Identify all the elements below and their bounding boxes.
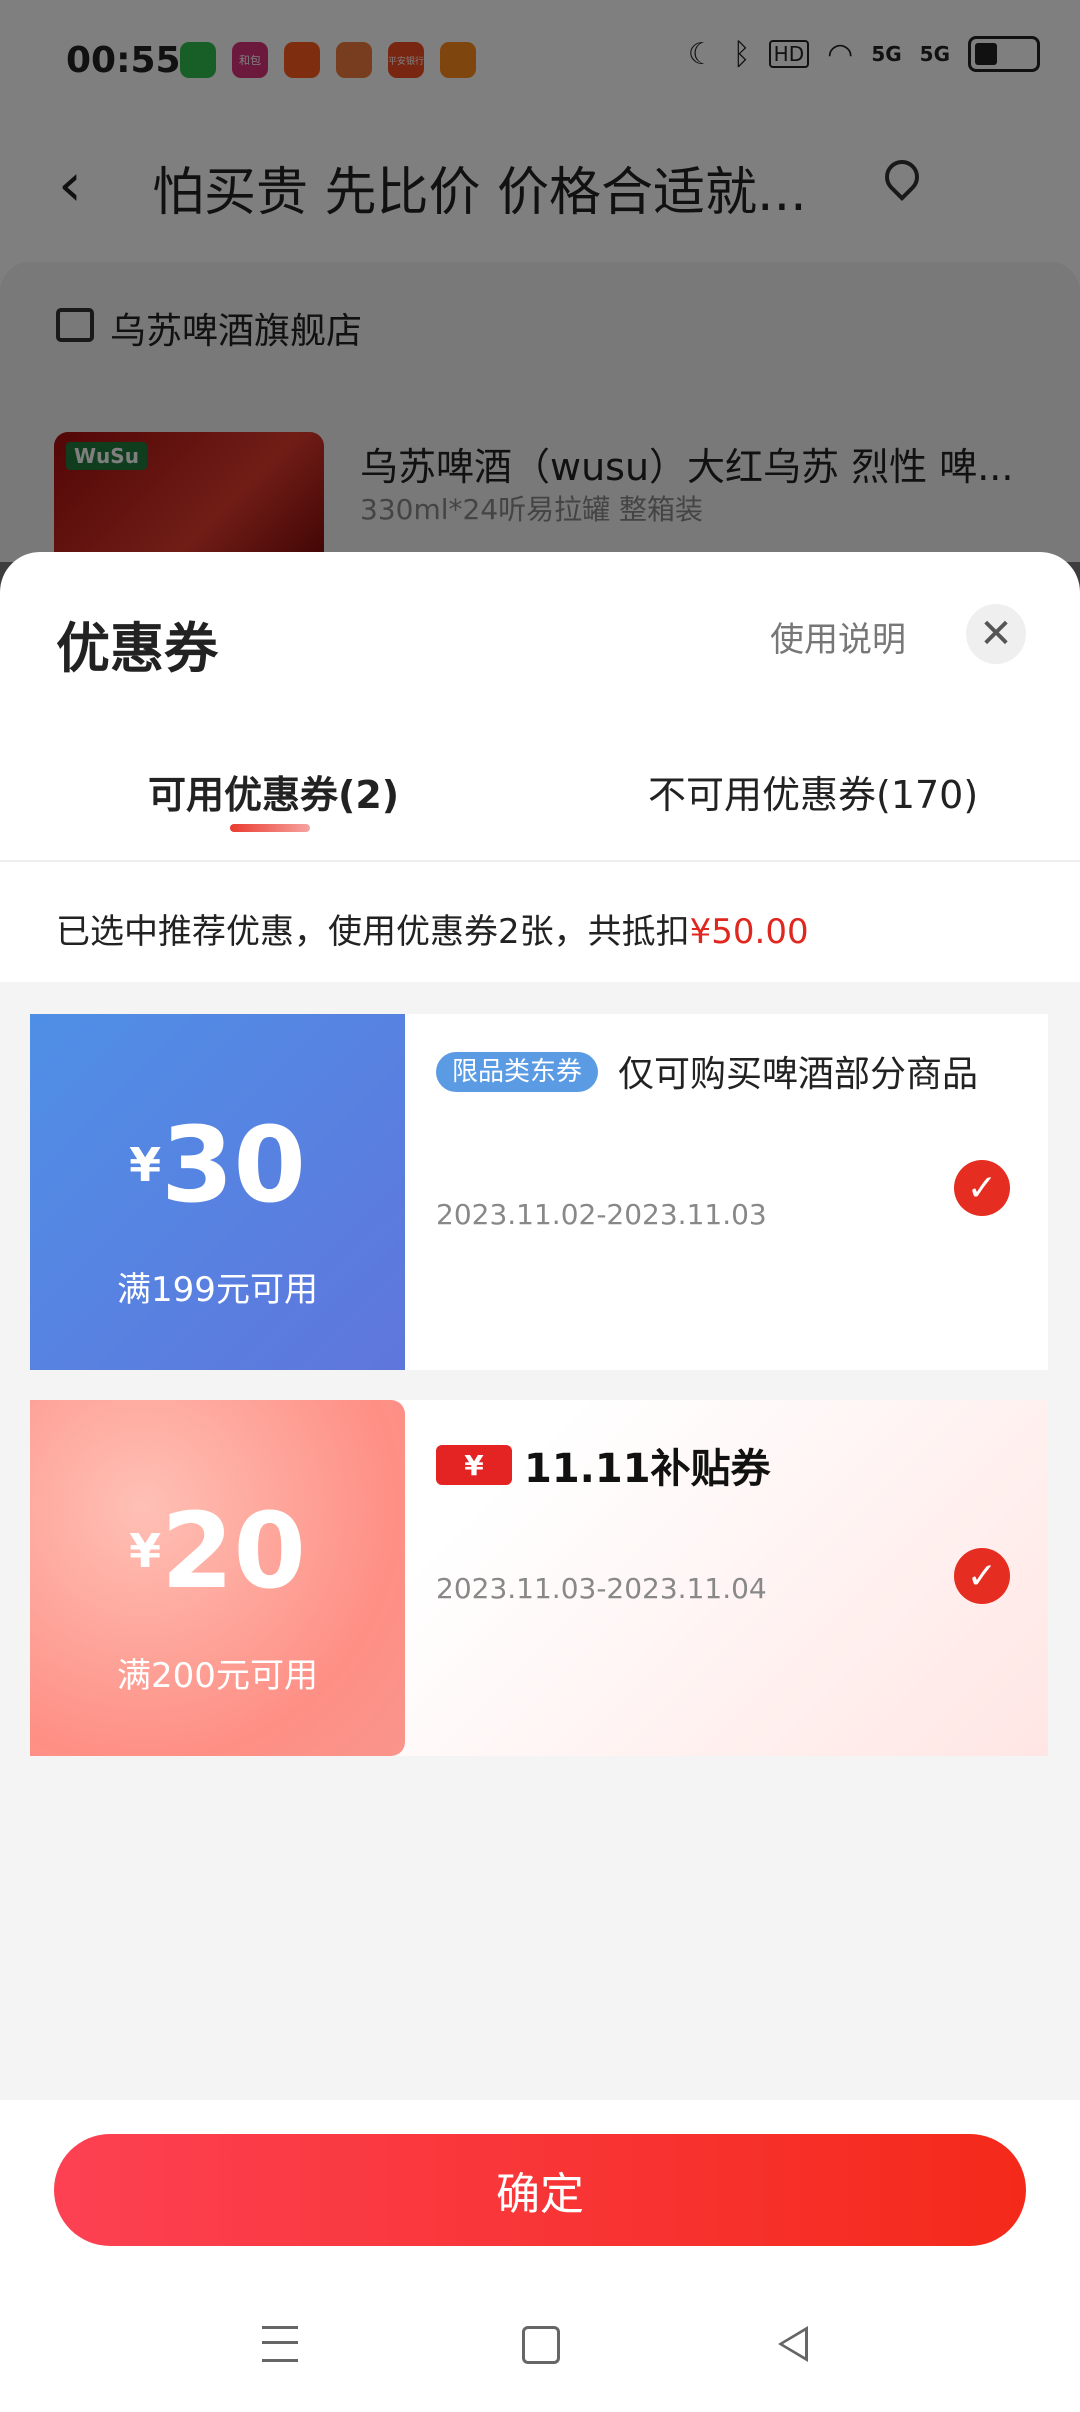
coupon-title: 11.11补贴券 (524, 1446, 771, 1492)
summary-amount: ¥50.00 (689, 912, 809, 952)
coupon-date-range: 2023.11.02-2023.11.03 (436, 1198, 767, 1231)
coupon-selected-check-icon[interactable]: ✓ (954, 1160, 1010, 1216)
currency-symbol: ¥ (129, 1524, 162, 1578)
coupon-title-text: 仅可购买啤酒部分商品 (618, 1054, 979, 1095)
coupon-selected-check-icon[interactable]: ✓ (954, 1548, 1010, 1604)
sheet-title: 优惠券 (56, 617, 218, 680)
dim-overlay[interactable] (0, 0, 1080, 600)
confirm-button[interactable]: 确定 (54, 2134, 1026, 2246)
coupon-amount: ¥20 (30, 1490, 405, 1612)
usage-instructions-link[interactable]: 使用说明 (770, 612, 906, 661)
coupon-value-panel: ¥20 满200元可用 (30, 1400, 405, 1756)
currency-symbol: ¥ (129, 1138, 162, 1192)
coupon-date-range: 2023.11.03-2023.11.04 (436, 1572, 767, 1605)
coupon-condition: 满199元可用 (117, 1270, 318, 1310)
coupon-card[interactable]: ¥20 满200元可用 ¥ 11.11补贴券 2023.11.03-2023.1… (30, 1400, 1048, 1756)
home-icon[interactable] (522, 2326, 560, 2364)
subsidy-coupon-label: ¥ 11.11补贴券 (436, 1436, 771, 1494)
coupon-value-panel: ¥30 满199元可用 (30, 1014, 405, 1370)
coupon-title: 仅可购买啤酒部分商品 (436, 1046, 996, 1104)
tab-available-coupons[interactable]: 可用优惠券(2) (148, 764, 399, 819)
close-icon: ✕ (979, 611, 1013, 657)
recent-apps-icon[interactable] (262, 2326, 298, 2362)
coupon-amount: ¥30 (30, 1104, 405, 1226)
system-back-icon[interactable] (778, 2326, 808, 2362)
tab-divider (0, 860, 1080, 862)
tab-active-indicator (230, 824, 310, 832)
selection-summary: 已选中推荐优惠，使用优惠券2张，共抵扣¥50.00 (56, 904, 809, 953)
tab-unavailable-coupons[interactable]: 不可用优惠券(170) (648, 764, 978, 819)
coupon-value: 30 (161, 1104, 306, 1226)
coupon-card[interactable]: ¥30 满199元可用 限品类东券 仅可购买啤酒部分商品 2023.11.02-… (30, 1014, 1048, 1370)
yen-ticket-icon: ¥ (436, 1445, 512, 1485)
coupon-value: 20 (161, 1490, 306, 1612)
coupon-condition: 满200元可用 (117, 1656, 318, 1696)
close-button[interactable]: ✕ (966, 604, 1026, 664)
summary-text: 已选中推荐优惠，使用优惠券2张，共抵扣 (56, 912, 690, 952)
